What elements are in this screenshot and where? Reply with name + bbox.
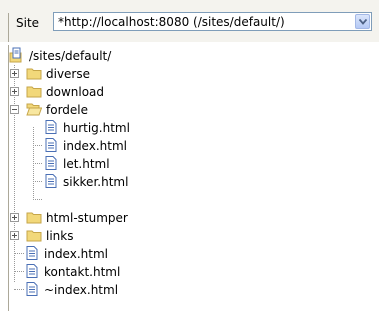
- file-tree: /sites/default/ diverse download fordele: [0, 45, 379, 311]
- expand-toggle[interactable]: [10, 69, 19, 78]
- tree-file[interactable]: sikker.html: [43, 173, 243, 191]
- tree-file-label: index.html: [44, 247, 108, 261]
- tree-file-label: let.html: [63, 157, 110, 171]
- panel-border: [8, 45, 9, 311]
- site-toolbar: Site *http://localhost:8080 (/sites/defa…: [0, 0, 379, 42]
- folder-icon: [26, 86, 42, 98]
- dropdown-button[interactable]: [355, 14, 370, 29]
- tree-line: [14, 289, 24, 290]
- tree-folder[interactable]: html-stumper: [26, 209, 226, 227]
- site-select[interactable]: *http://localhost:8080 (/sites/default/): [53, 12, 372, 31]
- tree-line: [33, 199, 42, 200]
- site-label: Site: [16, 16, 40, 30]
- tree-folder-label: fordele: [46, 103, 89, 117]
- tree-line: [14, 253, 24, 254]
- tree-file[interactable]: kontakt.html: [24, 263, 224, 281]
- tree-file-label: ~index.html: [44, 283, 119, 297]
- chevron-down-icon: [359, 19, 367, 25]
- tree-file-label: kontakt.html: [44, 265, 121, 279]
- tree-folder[interactable]: fordele: [26, 101, 226, 119]
- tree-line: [33, 145, 42, 146]
- folder-open-icon: [26, 103, 42, 116]
- html-file-icon: [45, 174, 57, 188]
- folder-icon: [26, 212, 42, 224]
- tree-folder-label: html-stumper: [46, 211, 128, 225]
- tree-file[interactable]: index.html: [43, 137, 243, 155]
- html-file-icon: [45, 138, 57, 152]
- panel-border: [8, 13, 9, 42]
- site-select-value: *http://localhost:8080 (/sites/default/): [58, 15, 285, 29]
- tree-root[interactable]: /sites/default/: [9, 47, 209, 65]
- tree-file-label: sikker.html: [63, 175, 129, 189]
- tree-file[interactable]: hurtig.html: [43, 119, 243, 137]
- tree-file-label: hurtig.html: [63, 121, 130, 135]
- expand-toggle[interactable]: [10, 87, 19, 96]
- tree-line: [33, 181, 42, 182]
- site-root-icon: [9, 47, 22, 63]
- tree-root-label: /sites/default/: [29, 49, 112, 63]
- collapse-toggle[interactable]: [10, 105, 19, 114]
- tree-folder-label: links: [46, 229, 74, 243]
- tree-folder-label: diverse: [46, 67, 91, 81]
- tree-line: [33, 163, 42, 164]
- expand-toggle[interactable]: [10, 231, 19, 240]
- html-file-icon: [45, 156, 57, 170]
- tree-folder-label: download: [46, 85, 105, 99]
- expand-toggle[interactable]: [10, 213, 19, 222]
- folder-icon: [26, 230, 42, 242]
- tree-line: [14, 65, 15, 282]
- tree-folder[interactable]: diverse: [26, 65, 226, 83]
- tree-file[interactable]: index.html: [24, 245, 224, 263]
- tree-line: [14, 271, 24, 272]
- tree-file[interactable]: ~index.html: [24, 281, 224, 299]
- tree-file[interactable]: let.html: [43, 155, 243, 173]
- tree-folder[interactable]: download: [26, 83, 226, 101]
- tree-folder[interactable]: links: [26, 227, 226, 245]
- folder-icon: [26, 68, 42, 80]
- html-file-icon: [26, 282, 38, 296]
- html-file-icon: [26, 264, 38, 278]
- html-file-icon: [26, 246, 38, 260]
- html-file-icon: [45, 120, 57, 134]
- tree-file-label: index.html: [63, 139, 127, 153]
